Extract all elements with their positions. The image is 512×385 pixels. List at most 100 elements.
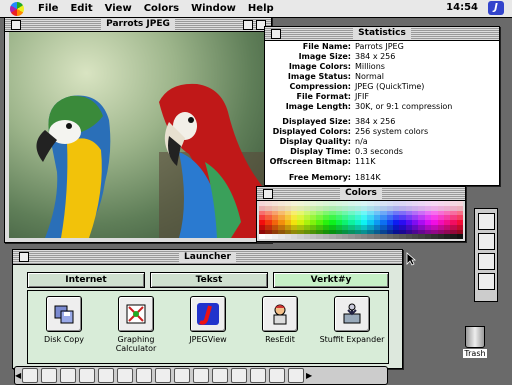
colors-window-title: Colors [340, 188, 382, 199]
menubar-clock[interactable]: 14:54 [446, 2, 478, 13]
strip-web-sharing-icon[interactable] [250, 368, 266, 383]
parrots-illustration [36, 83, 267, 238]
strip-location-icon[interactable] [136, 368, 152, 383]
statistics-window-title: Statistics [353, 28, 411, 39]
strip-scroll-left-icon[interactable]: ◀ [15, 369, 21, 382]
stat-row: Compression: JPEG (QuickTime) [265, 82, 499, 91]
resedit-icon [262, 296, 298, 332]
color-palette-grid[interactable] [259, 201, 463, 239]
launcher-item-disk-copy[interactable]: Disk Copy [30, 296, 98, 344]
trash-label: Trash [463, 349, 487, 358]
stat-value: n/a [355, 137, 368, 146]
photo-window-titlebar[interactable]: Parrots JPEG [5, 18, 271, 32]
apple-menu-icon[interactable] [10, 1, 24, 16]
launcher-item-label: Graphing Calculator [115, 335, 157, 353]
strip-monitor-bit-depth-icon[interactable] [155, 368, 171, 383]
menu-file[interactable]: File [32, 3, 64, 14]
strip-battery-icon[interactable] [41, 368, 57, 383]
disk-copy-icon [46, 296, 82, 332]
stat-value: JFIF [355, 92, 369, 101]
application-menu-icon[interactable]: J [488, 1, 504, 15]
stat-value: Parrots JPEG [355, 42, 404, 51]
launcher-item-graphing-calculator[interactable]: Graphing Calculator [102, 296, 170, 353]
stat-row: File Format: JFIF [265, 92, 499, 101]
stat-row: Image Length: 30K, or 9:1 compression [265, 102, 499, 111]
close-box-icon[interactable] [11, 20, 21, 30]
pencil-icon[interactable] [478, 273, 495, 290]
launcher-item-label: Stuffit Expander [319, 335, 385, 344]
strip-file-sharing-icon[interactable] [79, 368, 95, 383]
stat-key: Image Size: [298, 52, 351, 61]
strip-hard-disk-icon[interactable] [98, 368, 114, 383]
close-box-icon[interactable] [271, 29, 281, 39]
stat-value: 1814K [355, 173, 381, 182]
colors-window-titlebar[interactable]: Colors [257, 187, 465, 201]
close-box-icon[interactable] [19, 252, 29, 262]
statistics-window-titlebar[interactable]: Statistics [265, 27, 499, 41]
strip-monitor-resolution-icon[interactable] [174, 368, 190, 383]
launcher-window: Launcher Internet Tekst Verkt#y Disk Cop… [12, 249, 403, 369]
trash[interactable]: Trash [460, 326, 490, 359]
tool-palette [474, 208, 498, 302]
menu-view[interactable]: View [99, 3, 138, 14]
color-swatch[interactable] [456, 234, 463, 239]
strip-cd-icon[interactable] [60, 368, 76, 383]
stat-key: File Format: [296, 92, 352, 101]
launcher-item-label: Disk Copy [43, 335, 85, 344]
zoom-box-icon[interactable] [243, 20, 253, 30]
stat-key: Display Quality: [279, 137, 351, 146]
stat-value: Normal [355, 72, 384, 81]
control-strip: ◀ ▶ [14, 366, 388, 385]
launcher-item-resedit[interactable]: ResEdit [246, 296, 314, 344]
tab-internet[interactable]: Internet [27, 272, 145, 288]
stat-row: Free Memory: 1814K [265, 173, 499, 182]
stat-row: File Name: Parrots JPEG [265, 42, 499, 51]
stat-key: Image Status: [287, 72, 351, 81]
photo-window: Parrots JPEG [4, 17, 272, 243]
launcher-window-title: Launcher [179, 251, 236, 263]
stat-value: 111K [355, 157, 376, 166]
stat-value: 384 x 256 [355, 52, 396, 61]
strip-remote-access-icon[interactable] [269, 368, 285, 383]
stat-row: Image Colors: Millions [265, 62, 499, 71]
menu-bar: File Edit View Colors Window Help 14:54 … [0, 0, 512, 18]
strip-keyboard-icon[interactable] [117, 368, 133, 383]
trash-icon [465, 326, 485, 348]
close-box-icon[interactable] [263, 189, 273, 199]
stat-key: File Name: [302, 42, 351, 51]
stat-key: Offscreen Bitmap: [269, 157, 351, 166]
strip-appletalk-icon[interactable] [22, 368, 38, 383]
menu-help[interactable]: Help [242, 3, 280, 14]
stat-key: Displayed Size: [282, 117, 351, 126]
stat-key: Displayed Colors: [272, 127, 351, 136]
strip-sound-volume-icon[interactable] [212, 368, 228, 383]
stat-row: Display Time: 0.3 seconds [265, 147, 499, 156]
stat-value: Millions [355, 62, 385, 71]
view-image-icon[interactable] [478, 213, 495, 230]
photo-window-title: Parrots JPEG [101, 19, 175, 30]
strip-speech-icon[interactable] [288, 368, 304, 383]
menu-colors[interactable]: Colors [138, 3, 185, 14]
launcher-item-jpegview[interactable]: JPEGView [174, 296, 242, 344]
monitor-icon[interactable] [478, 253, 495, 270]
stat-key: Image Colors: [288, 62, 351, 71]
colors-window: Colors [256, 186, 466, 242]
stat-row: Image Status: Normal [265, 72, 499, 81]
tab-verktoy[interactable]: Verkt#y [273, 272, 389, 288]
tab-tekst[interactable]: Tekst [150, 272, 268, 288]
menu-window[interactable]: Window [185, 3, 242, 14]
launcher-window-titlebar[interactable]: Launcher [13, 250, 402, 265]
jpegview-palette-icon[interactable] [478, 233, 495, 250]
launcher-panel: Disk Copy Graphing Calculator JPEGView R… [27, 290, 389, 364]
strip-sound-source-icon[interactable] [231, 368, 247, 383]
statistics-window: Statistics File Name: Parrots JPEG Image … [264, 26, 500, 186]
stat-row: Display Quality: n/a [265, 137, 499, 146]
launcher-item-stuffit-expander[interactable]: Stuffit Expander [318, 296, 386, 344]
stat-value: 256 system colors [355, 127, 429, 136]
strip-scroll-right-icon[interactable]: ▶ [306, 369, 312, 382]
launcher-item-label: JPEGView [189, 335, 227, 344]
stat-value: JPEG (QuickTime) [355, 82, 425, 91]
menu-edit[interactable]: Edit [64, 3, 98, 14]
strip-printer-icon[interactable] [193, 368, 209, 383]
jpegview-icon [190, 296, 226, 332]
